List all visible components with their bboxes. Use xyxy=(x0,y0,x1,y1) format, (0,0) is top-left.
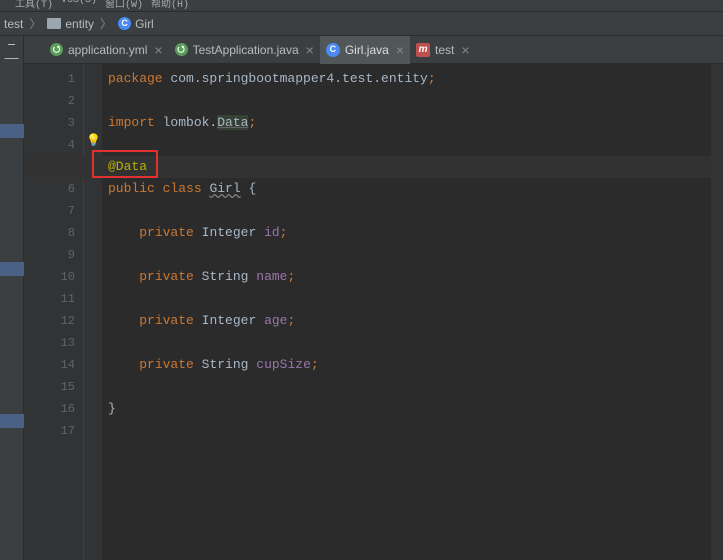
line-number: 2 xyxy=(24,90,75,112)
code-line: package com.springbootmapper4.test.entit… xyxy=(102,68,711,90)
code-editor[interactable]: 1 2 3 4 5 6 7 8 9 10 11 12 13 14 15 16 1… xyxy=(24,64,723,560)
gutter-sidebar: ⎯ — xyxy=(0,36,24,560)
tab-application-yml[interactable]: ⭯ application.yml × xyxy=(44,36,169,64)
line-number-gutter: 1 2 3 4 5 6 7 8 9 10 11 12 13 14 15 16 1… xyxy=(24,64,84,560)
code-line xyxy=(102,90,711,112)
line-number: 10 xyxy=(24,266,75,288)
menu-item-vcs[interactable]: VCS(S) xyxy=(61,0,97,11)
line-number: 4 xyxy=(24,134,75,156)
sidebar-highlight xyxy=(0,124,24,138)
menu-item-tools[interactable]: 工具(T) xyxy=(15,0,53,11)
breadcrumb-item-test[interactable]: test xyxy=(0,17,27,31)
menu-bar: 工具(T) VCS(S) 窗口(W) 帮助(H) xyxy=(0,0,723,12)
code-line xyxy=(102,376,711,398)
code-line: import lombok.Data; xyxy=(102,112,711,134)
sidebar-highlight xyxy=(0,262,24,276)
collapse-button[interactable]: ⎯ xyxy=(0,36,23,50)
main-area: ⎯ — ⭯ application.yml × ⭯ TestApplicatio… xyxy=(0,36,723,560)
line-number: 8 xyxy=(24,222,75,244)
line-number: 13 xyxy=(24,332,75,354)
code-line: private Integer age; xyxy=(102,310,711,332)
code-area[interactable]: package com.springbootmapper4.test.entit… xyxy=(102,64,711,560)
breadcrumb-label: Girl xyxy=(135,17,154,31)
spring-icon: ⭯ xyxy=(175,43,188,56)
lightbulb-icon[interactable]: 💡 xyxy=(86,133,101,148)
chevron-right-icon: 〉 xyxy=(29,15,41,32)
tab-testapplication[interactable]: ⭯ TestApplication.java × xyxy=(169,36,320,64)
code-line xyxy=(102,200,711,222)
error-stripe[interactable] xyxy=(711,64,723,560)
close-icon[interactable]: × xyxy=(461,42,469,58)
breadcrumb-label: test xyxy=(4,17,23,31)
line-number: 1 xyxy=(24,68,75,90)
breadcrumb: test 〉 entity 〉 C Girl xyxy=(0,12,723,36)
annotation-highlight-box xyxy=(92,150,158,178)
tab-label: TestApplication.java xyxy=(193,43,299,57)
line-number: 14 xyxy=(24,354,75,376)
close-icon[interactable]: × xyxy=(154,42,162,58)
folder-icon xyxy=(47,18,61,29)
tab-label: Girl.java xyxy=(345,43,389,57)
class-icon: C xyxy=(118,17,131,30)
line-number: 7 xyxy=(24,200,75,222)
class-icon: C xyxy=(326,43,340,57)
icon-gutter: 💡 xyxy=(84,64,102,560)
line-number: 15 xyxy=(24,376,75,398)
chevron-right-icon: 〉 xyxy=(100,15,112,32)
close-icon[interactable]: × xyxy=(396,42,404,58)
code-line xyxy=(102,420,711,442)
editor-panel: ⭯ application.yml × ⭯ TestApplication.ja… xyxy=(24,36,723,560)
code-line xyxy=(102,244,711,266)
close-icon[interactable]: × xyxy=(306,42,314,58)
line-number: 12 xyxy=(24,310,75,332)
code-line xyxy=(102,134,711,156)
tab-label: application.yml xyxy=(68,43,147,57)
menu-item-window[interactable]: 窗口(W) xyxy=(105,0,143,11)
tab-girl[interactable]: C Girl.java × xyxy=(320,36,410,64)
line-number: 16 xyxy=(24,398,75,420)
breadcrumb-item-entity[interactable]: entity xyxy=(43,17,98,31)
code-line: private String cupSize; xyxy=(102,354,711,376)
line-number: 3 xyxy=(24,112,75,134)
editor-tabs: ⭯ application.yml × ⭯ TestApplication.ja… xyxy=(24,36,723,64)
code-line: private String name; xyxy=(102,266,711,288)
code-line xyxy=(102,288,711,310)
minus-button[interactable]: — xyxy=(0,50,23,64)
code-line: public class Girl { xyxy=(102,178,711,200)
tab-label: test xyxy=(435,43,454,57)
menu-item-help[interactable]: 帮助(H) xyxy=(151,0,189,11)
tab-test[interactable]: m test × xyxy=(410,36,476,64)
spring-icon: ⭯ xyxy=(50,43,63,56)
sidebar-highlight xyxy=(0,414,24,428)
breadcrumb-label: entity xyxy=(65,17,94,31)
line-number: 17 xyxy=(24,420,75,442)
line-number: 6 xyxy=(24,178,75,200)
maven-icon: m xyxy=(416,43,430,57)
code-line xyxy=(102,332,711,354)
breadcrumb-item-girl[interactable]: C Girl xyxy=(114,17,158,31)
line-number: 11 xyxy=(24,288,75,310)
code-line: private Integer id; xyxy=(102,222,711,244)
line-number: 9 xyxy=(24,244,75,266)
code-line: } xyxy=(102,398,711,420)
